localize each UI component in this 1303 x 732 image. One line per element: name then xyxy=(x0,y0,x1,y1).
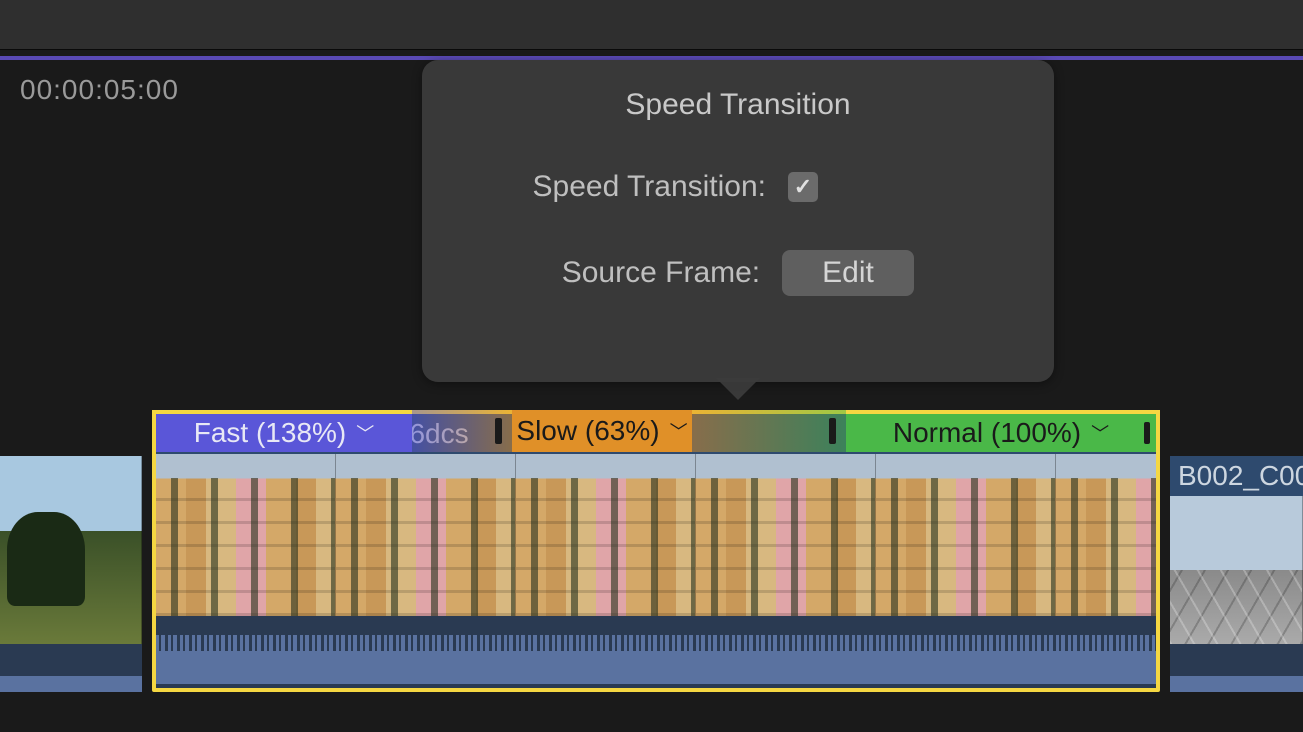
thumbnail-frame xyxy=(876,454,1056,616)
speed-transition-handle[interactable] xyxy=(412,410,512,452)
thumbnail-frame xyxy=(516,454,696,616)
chevron-down-icon[interactable]: ﹀ xyxy=(1091,420,1109,446)
retime-bar: Fast (138%) ﹀ Slow (63%) ﹀ Normal (100%)… xyxy=(152,410,1160,452)
clip-name: B002_C00 xyxy=(1178,460,1303,492)
speed-segment-normal[interactable]: Normal (100%) ﹀ xyxy=(846,410,1160,452)
source-frame-row: Source Frame: Edit xyxy=(422,250,1054,296)
speed-segment-label: Slow (63%) xyxy=(516,415,659,447)
clip-left[interactable] xyxy=(0,456,142,692)
source-frame-label: Source Frame: xyxy=(472,256,782,290)
audio-waveform xyxy=(1170,644,1303,692)
edit-button[interactable]: Edit xyxy=(782,250,914,296)
audio-waveform xyxy=(0,644,142,692)
thumbnail-frame xyxy=(1056,454,1156,616)
clip-title-bar: B002_C00 xyxy=(1170,456,1303,496)
app-top-bar xyxy=(0,0,1303,50)
speed-transition-row: Speed Transition: ✓ xyxy=(422,170,1054,204)
clip-right[interactable]: B002_C00 xyxy=(1170,456,1303,692)
clip-thumbnails xyxy=(156,454,1156,616)
drag-handle-icon[interactable] xyxy=(829,418,836,444)
speed-segment-label: Fast (138%) xyxy=(194,417,347,449)
speed-transition-label: Speed Transition: xyxy=(478,170,788,204)
thumbnail-frame xyxy=(696,454,876,616)
chevron-down-icon[interactable]: ﹀ xyxy=(670,418,688,444)
timecode-label: 00:00:05:00 xyxy=(20,74,179,106)
timeline-track[interactable]: Fast (138%) ﹀ Slow (63%) ﹀ Normal (100%)… xyxy=(0,410,1303,690)
clip-thumbnails xyxy=(0,456,142,644)
speed-segment-slow[interactable]: Slow (63%) ﹀ xyxy=(512,410,692,452)
popover-arrow-icon xyxy=(716,378,760,400)
popover-title: Speed Transition xyxy=(625,88,850,122)
thumbnail-frame xyxy=(156,454,336,616)
speed-transition-checkbox[interactable]: ✓ xyxy=(788,172,818,202)
thumbnail-frame xyxy=(336,454,516,616)
thumbnail-frame xyxy=(0,456,142,644)
speed-segment-label: Normal (100%) xyxy=(893,417,1081,449)
chevron-down-icon[interactable]: ﹀ xyxy=(356,420,374,446)
clip-thumbnails xyxy=(1170,496,1303,644)
speed-transition-popover: Speed Transition Speed Transition: ✓ Sou… xyxy=(422,60,1054,382)
speed-transition-handle[interactable] xyxy=(692,410,846,452)
speed-segment-fast[interactable]: Fast (138%) ﹀ xyxy=(152,410,412,452)
audio-waveform xyxy=(156,616,1156,684)
thumbnail-frame xyxy=(1170,496,1303,644)
drag-handle-icon[interactable] xyxy=(1144,422,1150,444)
clip-main-selected[interactable]: C004_C011_0515U6dcs xyxy=(152,410,1160,692)
drag-handle-icon[interactable] xyxy=(495,418,502,444)
